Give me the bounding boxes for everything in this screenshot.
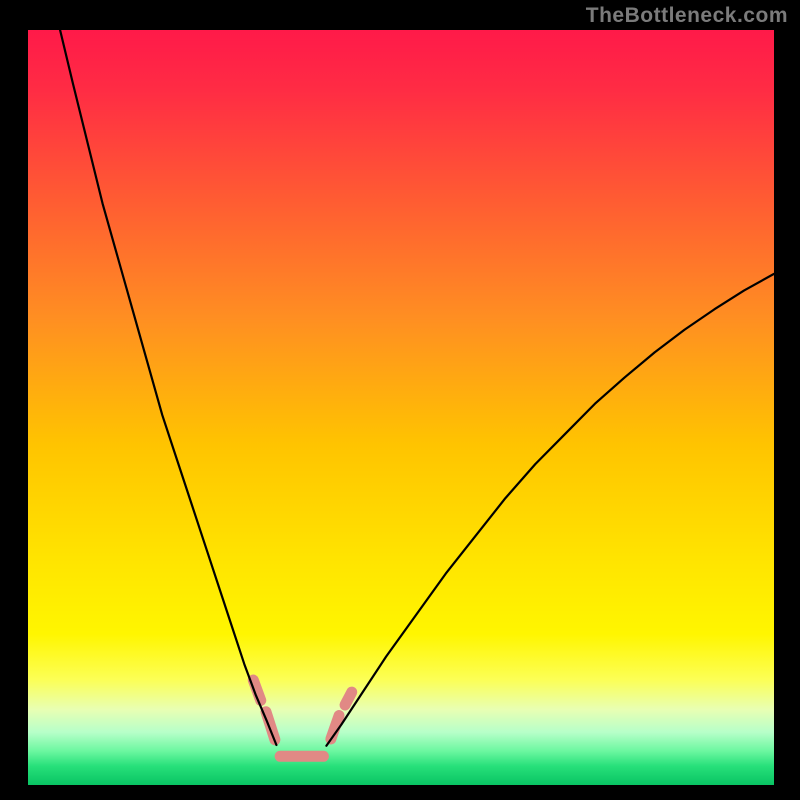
plot-area xyxy=(28,30,774,785)
watermark-text: TheBottleneck.com xyxy=(586,4,788,28)
outer-frame: TheBottleneck.com xyxy=(0,0,800,800)
chart-svg xyxy=(28,30,774,785)
gradient-background xyxy=(28,30,774,785)
